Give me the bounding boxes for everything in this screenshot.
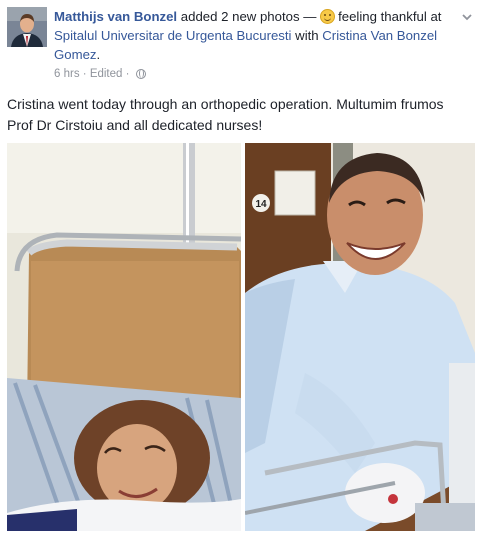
globe-icon[interactable]: [135, 69, 146, 79]
post-photo-1[interactable]: [7, 143, 241, 531]
photo-1-image: [7, 143, 241, 531]
post-message: Cristina went today through an orthopedi…: [7, 96, 444, 133]
avatar[interactable]: [7, 7, 47, 47]
smile-emoji-icon: [320, 9, 336, 24]
post-photo-2[interactable]: 14: [245, 143, 475, 531]
edited-link[interactable]: Edited: [90, 68, 123, 80]
feed-post: Matthijs van Bonzel added 2 new photos —…: [0, 0, 477, 533]
author-name[interactable]: Matthijs van Bonzel: [54, 9, 177, 24]
room-number-label: 14: [255, 199, 267, 210]
meta-separator: ·: [79, 68, 90, 80]
chevron-down-icon[interactable]: [462, 12, 472, 22]
post-header: Matthijs van Bonzel added 2 new photos —…: [54, 7, 454, 64]
post-meta: 6 hrs · Edited ·: [54, 68, 146, 80]
action-text: added 2 new photos —: [177, 9, 321, 24]
place-link[interactable]: Spitalul Universitar de Urgenta Bucurest…: [54, 28, 292, 43]
timestamp-link[interactable]: 6 hrs: [54, 68, 80, 80]
avatar-image: [7, 7, 47, 47]
photo-2-image: 14: [245, 143, 475, 531]
feeling-text: feeling thankful at: [338, 9, 442, 24]
with-text: with: [291, 28, 323, 43]
period-text: .: [96, 47, 101, 62]
meta-separator-2: ·: [122, 68, 133, 80]
